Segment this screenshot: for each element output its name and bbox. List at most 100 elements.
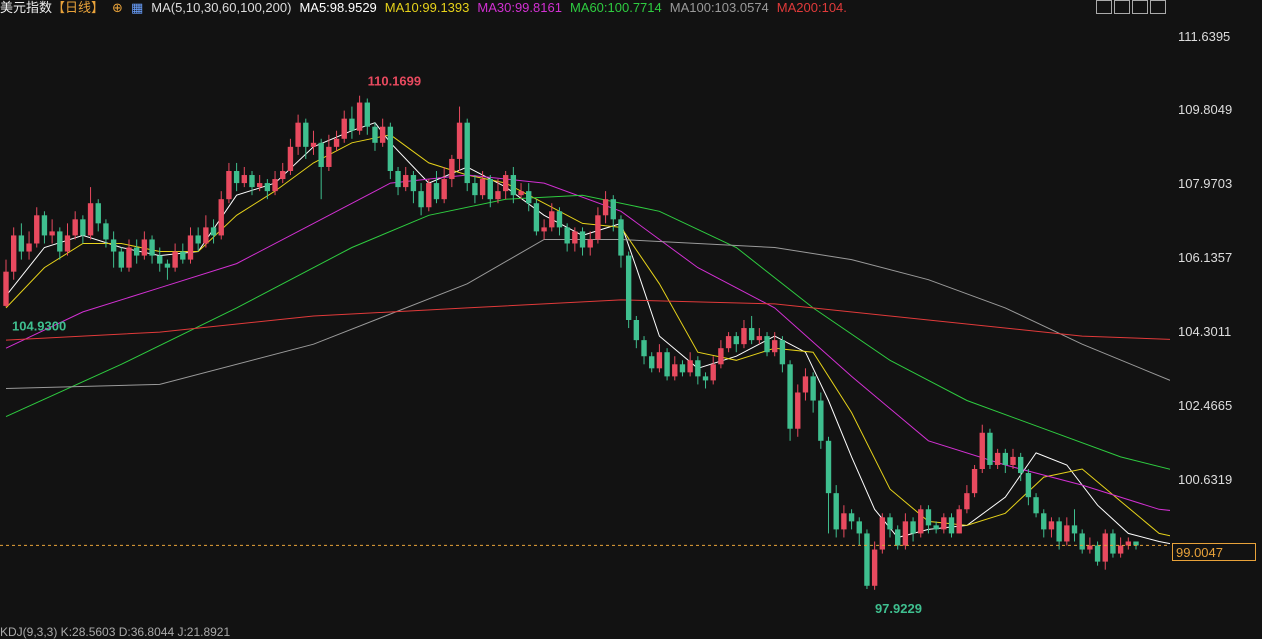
- candle-body: [72, 219, 78, 236]
- candle-body: [1010, 456, 1016, 465]
- ma-line-ma200: [5, 299, 1170, 341]
- toolbar: [1096, 0, 1166, 14]
- candle-body: [387, 126, 394, 171]
- ma-line-ma60: [5, 194, 1170, 470]
- y-tick-label: 104.3011: [1178, 324, 1232, 340]
- extreme-label-low: 97.9229: [875, 601, 922, 616]
- extreme-label-low: 104.9300: [12, 319, 66, 334]
- candle-body: [718, 348, 724, 365]
- candle-body: [1056, 521, 1062, 542]
- candle-body: [41, 215, 48, 236]
- candle-body: [395, 171, 401, 188]
- period-label[interactable]: 【日线】: [52, 0, 104, 15]
- candle-body: [349, 118, 355, 131]
- candle-body: [641, 340, 647, 357]
- price-axis[interactable]: 111.6395 109.8049 107.9703 106.1357 104.3011…: [1172, 0, 1262, 635]
- indicator-icon[interactable]: ▦: [131, 0, 143, 15]
- candle-body: [49, 231, 55, 236]
- candle-body: [779, 340, 786, 365]
- candle-body: [825, 440, 832, 494]
- candle-body: [971, 469, 978, 494]
- candle-body: [233, 171, 240, 184]
- candle-body: [533, 203, 540, 232]
- y-tick-label: 111.6395: [1178, 28, 1231, 44]
- crosshair-icon[interactable]: [1096, 0, 1112, 14]
- ma-value-0: MA5:98.9529: [299, 0, 377, 15]
- candle-body: [902, 521, 909, 546]
- candle-body: [772, 340, 778, 353]
- candle-body: [579, 231, 586, 248]
- candle-body: [310, 142, 317, 147]
- candle-body: [64, 235, 71, 252]
- fullscreen-icon[interactable]: [1150, 0, 1166, 14]
- candle-body: [1071, 525, 1078, 534]
- candle-body: [264, 183, 271, 192]
- candle-body: [226, 171, 232, 200]
- candle-body: [218, 199, 224, 236]
- candle-body: [625, 255, 632, 320]
- candle-body: [164, 263, 171, 268]
- candle-body: [195, 235, 201, 244]
- candlestick-chart[interactable]: 110.1699 104.9300 97.9229: [0, 0, 1170, 635]
- ma-line-ma100: [5, 239, 1170, 389]
- candle-body: [595, 215, 601, 240]
- candle-body: [487, 179, 493, 200]
- y-tick-label: 102.4665: [1178, 397, 1233, 413]
- candle-body: [141, 239, 148, 256]
- candle-body: [633, 320, 640, 341]
- ma-value-4: MA100:103.0574: [669, 0, 769, 15]
- candle-body: [1033, 497, 1039, 514]
- instrument-title[interactable]: 美元指数: [0, 0, 52, 15]
- candle-body: [1079, 533, 1085, 550]
- candle-body: [802, 376, 809, 393]
- candle-body: [1018, 456, 1024, 474]
- candle-body: [241, 175, 247, 184]
- candle-body: [687, 360, 693, 373]
- zoom-out-icon[interactable]: [1132, 0, 1148, 14]
- ma-label[interactable]: MA(5,10,30,60,100,200): [151, 0, 291, 15]
- zoom-in-icon[interactable]: [1114, 0, 1130, 14]
- candle-body: [118, 251, 124, 268]
- candle-body: [887, 517, 893, 530]
- candle-body: [449, 158, 455, 180]
- candle-body: [303, 122, 309, 147]
- candle-body: [172, 251, 178, 268]
- candle-body: [479, 179, 486, 196]
- candle-body: [287, 146, 294, 171]
- candle-body: [610, 199, 616, 220]
- candle-body: [10, 235, 17, 272]
- y-tick-label: 107.9703: [1178, 176, 1233, 192]
- candle-body: [549, 211, 555, 228]
- y-tick-label: 109.8049: [1178, 102, 1233, 118]
- candle-body: [526, 191, 532, 204]
- candle-body: [541, 227, 547, 232]
- candle-body: [356, 102, 363, 131]
- candle-body: [810, 376, 816, 401]
- candle-body: [133, 247, 140, 256]
- candle-body: [864, 533, 870, 586]
- ma-values: MA5:98.9529 MA10:99.1393 MA30:99.8161 MA60:…: [299, 0, 854, 15]
- candle-body: [1110, 533, 1116, 554]
- candle-body: [518, 191, 524, 196]
- candle-body: [910, 521, 916, 534]
- candle-body: [256, 183, 263, 188]
- candle-body: [572, 231, 578, 244]
- add-icon[interactable]: ⊕: [112, 0, 123, 15]
- candle-body: [679, 364, 686, 373]
- candle-body: [787, 364, 793, 429]
- candle-body: [994, 452, 1001, 465]
- candle-body: [664, 352, 670, 377]
- candle-body: [1025, 473, 1032, 498]
- candle-body: [1117, 545, 1124, 554]
- candle-body: [318, 142, 324, 167]
- candle-body: [326, 146, 332, 167]
- candle-body: [1094, 545, 1101, 562]
- candle-body: [495, 191, 501, 200]
- candle-body: [87, 203, 94, 236]
- candle-body: [987, 432, 993, 465]
- candle-body: [672, 364, 678, 377]
- candle-body: [295, 122, 301, 147]
- ma-line-ma10: [5, 134, 1170, 537]
- candle-body: [948, 517, 955, 534]
- candle-body: [203, 227, 209, 244]
